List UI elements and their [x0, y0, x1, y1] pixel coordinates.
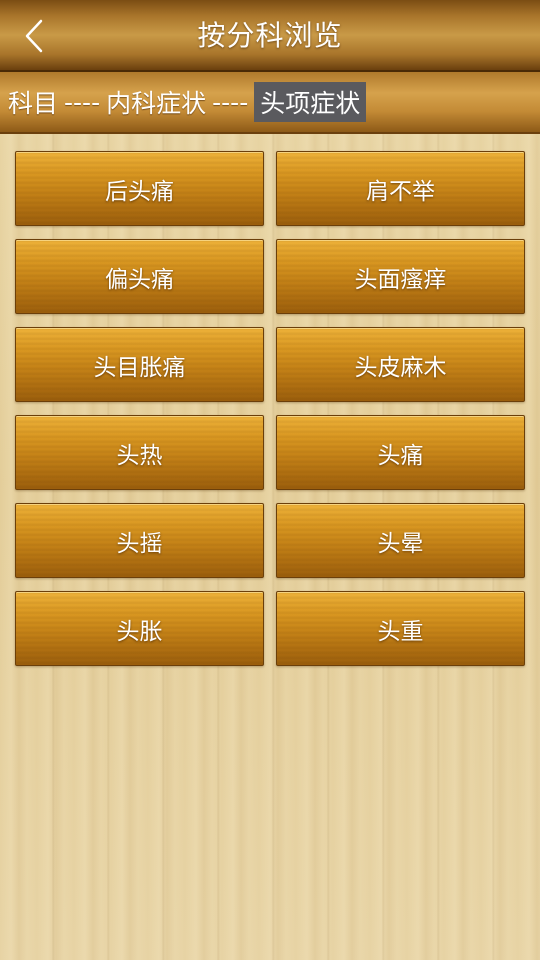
- back-button[interactable]: [14, 14, 54, 58]
- chevron-left-icon: [25, 19, 43, 53]
- symptom-button-back-headache[interactable]: 后头痛: [15, 151, 264, 226]
- breadcrumb-internal-medicine[interactable]: 内科症状: [106, 84, 206, 120]
- symptom-button-scalp-numbness[interactable]: 头皮麻木: [276, 327, 525, 402]
- breadcrumb: 科目 ---- 内科症状 ---- 头项症状: [0, 72, 540, 134]
- symptom-button-shoulder-immobility[interactable]: 肩不举: [276, 151, 525, 226]
- symptom-button-head-eye-distension[interactable]: 头目胀痛: [15, 327, 264, 402]
- symptom-button-dizziness[interactable]: 头晕: [276, 503, 525, 578]
- symptom-button-head-heaviness[interactable]: 头重: [276, 591, 525, 666]
- symptom-button-headache[interactable]: 头痛: [276, 415, 525, 490]
- symptom-button-head-heat[interactable]: 头热: [15, 415, 264, 490]
- breadcrumb-current: 头项症状: [254, 82, 367, 122]
- page-title: 按分科浏览: [197, 19, 343, 52]
- breadcrumb-separator: ----: [64, 87, 101, 117]
- symptom-button-head-shaking[interactable]: 头摇: [15, 503, 264, 578]
- symptom-button-head-distension[interactable]: 头胀: [15, 591, 264, 666]
- app-header: 按分科浏览: [0, 0, 540, 72]
- symptom-grid: 后头痛 肩不举 偏头痛 头面瘙痒 头目胀痛 头皮麻木 头热 头痛 头摇 头晕 头…: [15, 151, 525, 666]
- breadcrumb-separator: ----: [212, 87, 249, 117]
- symptom-button-head-face-itching[interactable]: 头面瘙痒: [276, 239, 525, 314]
- breadcrumb-subject[interactable]: 科目: [8, 84, 58, 120]
- symptom-button-migraine[interactable]: 偏头痛: [15, 239, 264, 314]
